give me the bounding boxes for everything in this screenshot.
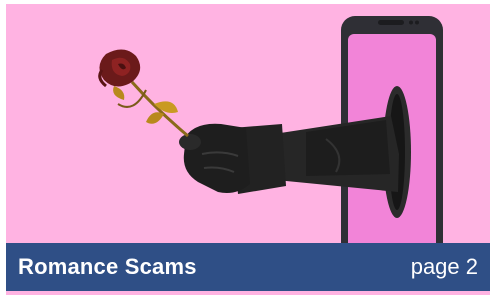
gloved-arm-illustration <box>179 116 399 194</box>
caption-title: Romance Scams <box>18 254 197 279</box>
rose-illustration <box>98 49 189 138</box>
page-number: page 2 <box>410 254 478 279</box>
caption-bar: Romance Scams page 2 <box>6 243 490 291</box>
